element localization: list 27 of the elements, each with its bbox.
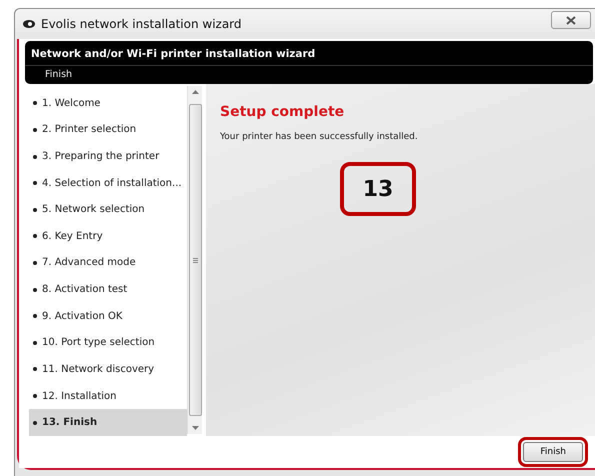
eye-icon	[23, 20, 35, 28]
step-callout: 13	[340, 162, 416, 216]
header-title: Network and/or Wi-Fi printer installation wizard	[25, 41, 593, 66]
scroll-up-arrow-icon[interactable]	[192, 90, 198, 94]
step-item[interactable]: 4. Selection of installation...	[29, 170, 187, 196]
page-heading: Setup complete	[220, 104, 346, 120]
step-item[interactable]: 6. Key Entry	[29, 223, 187, 250]
step-item[interactable]: 10. Port type selection	[29, 329, 187, 356]
close-button[interactable]	[551, 11, 591, 29]
step-item[interactable]: 3. Preparing the printer	[29, 143, 187, 170]
grip-icon	[192, 258, 198, 262]
current-step-label: Finish	[44, 68, 74, 82]
step-item[interactable]: 9. Activation OK	[29, 302, 187, 330]
step-item[interactable]: 1. Welcome	[29, 90, 187, 117]
scrollbar-thumb[interactable]	[188, 104, 202, 416]
step-item[interactable]: 2. Printer selection	[29, 116, 187, 144]
success-message: Your printer has been successfully installed.	[220, 132, 419, 142]
window-title: Evolis network installation wizard	[41, 17, 243, 31]
scroll-down-arrow-icon[interactable]	[192, 426, 198, 430]
step-item[interactable]: 13. Finish	[29, 409, 187, 436]
step-item[interactable]: 12. Installation	[29, 382, 187, 410]
step-item[interactable]: 5. Network selection	[29, 196, 187, 224]
step-item[interactable]: 7. Advanced mode	[29, 250, 187, 276]
step-item[interactable]: 8. Activation test	[29, 276, 187, 303]
step-item[interactable]: 11. Network discovery	[29, 356, 187, 383]
close-icon	[566, 16, 576, 24]
scrollbar[interactable]	[187, 86, 202, 434]
